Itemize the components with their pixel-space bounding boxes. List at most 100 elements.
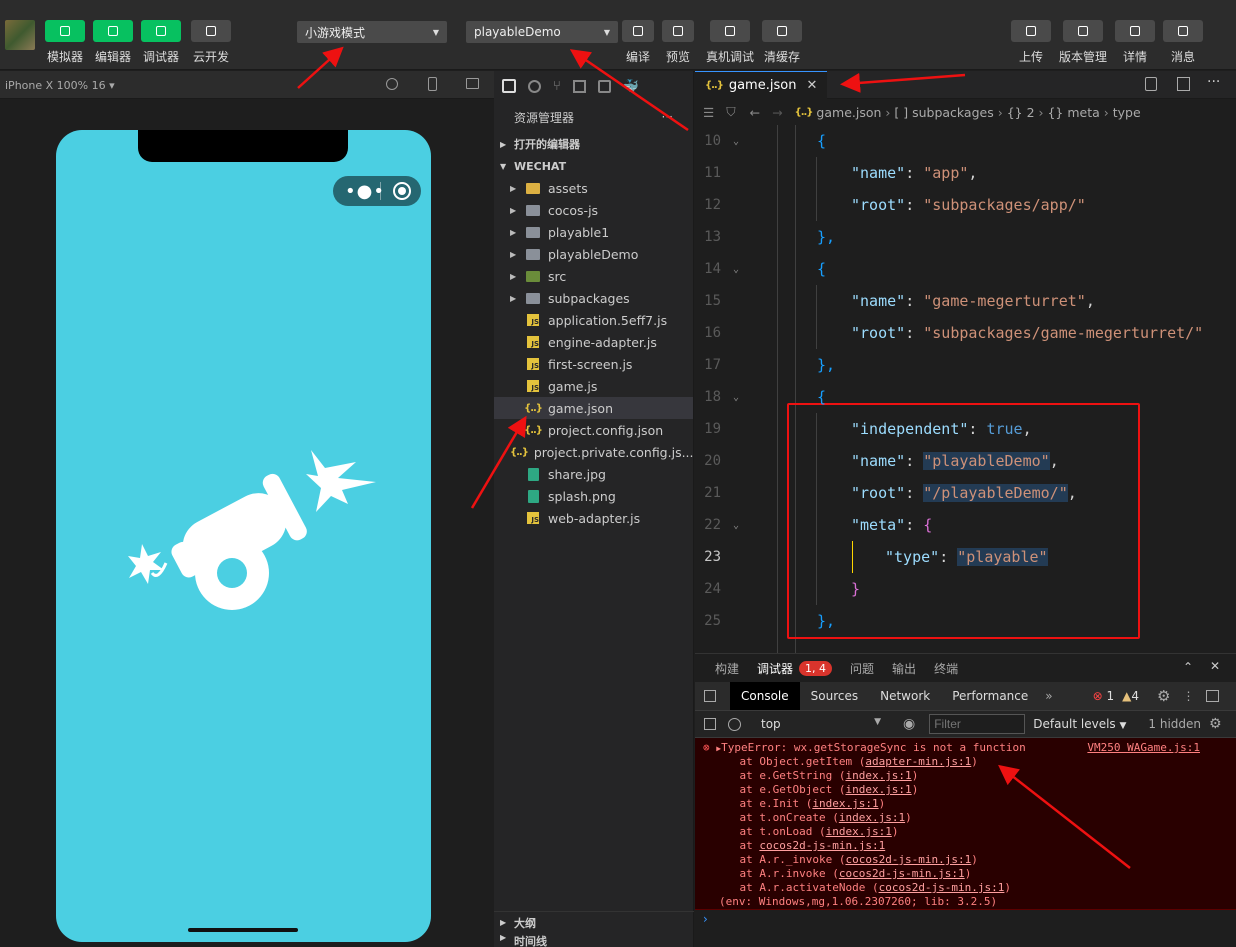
device-select[interactable]: iPhone X 100% 16 ▾ <box>5 79 115 92</box>
chevron-down-icon[interactable]: ⌄ <box>721 392 751 403</box>
tree-item[interactable]: JS application.5eff7.js <box>494 309 693 331</box>
chevron-down-icon[interactable]: ⌄ <box>721 136 751 147</box>
clear-console-icon[interactable] <box>728 717 741 731</box>
tree-item[interactable]: {..} project.private.config.js... <box>494 441 693 463</box>
tree-item[interactable]: JS engine-adapter.js <box>494 331 693 353</box>
tree-item[interactable]: JS web-adapter.js <box>494 507 693 529</box>
stack-link[interactable]: index.js:1 <box>845 769 911 782</box>
chevron-down-icon[interactable]: ⌄ <box>721 520 751 531</box>
files-icon[interactable] <box>502 79 516 93</box>
editor-tab-game-json[interactable]: {..} game.json ✕ <box>695 70 828 99</box>
stack-link[interactable]: index.js:1 <box>812 797 878 810</box>
bug-button[interactable]: 真机调试 <box>706 20 754 65</box>
more-dots-icon[interactable]: •●• <box>345 181 384 202</box>
filter-input[interactable] <box>929 714 1026 734</box>
levels-select[interactable]: Default levels ▼ <box>1033 717 1126 731</box>
more-icon[interactable]: ··· <box>662 110 673 124</box>
stack-link[interactable]: cocos2d-js-min.js:1 <box>879 881 1005 894</box>
breadcrumb-item[interactable]: {} 2 <box>1007 105 1035 120</box>
code-button[interactable]: 编辑器 <box>89 20 137 65</box>
tree-item[interactable]: JS game.js <box>494 375 693 397</box>
forward-arrow-icon[interactable]: → <box>772 105 782 120</box>
list-icon[interactable]: ☰ <box>703 105 714 120</box>
breadcrumb-item[interactable]: [ ] subpackages <box>894 105 993 120</box>
tree-item[interactable]: share.jpg <box>494 463 693 485</box>
stack-link[interactable]: index.js:1 <box>845 783 911 796</box>
close-panel-icon[interactable]: ✕ <box>1210 659 1220 673</box>
avatar[interactable] <box>5 20 35 50</box>
stack-link[interactable]: adapter-min.js:1 <box>865 755 971 768</box>
detach-window-icon[interactable] <box>466 78 479 89</box>
panel-tab[interactable]: 输出 <box>892 660 916 677</box>
devtools-tab-console[interactable]: Console <box>730 682 800 710</box>
tree-item[interactable]: {..} project.config.json <box>494 419 693 441</box>
sidebar-toggle-icon[interactable] <box>704 718 716 730</box>
mode-select[interactable]: 小游戏模式 ▼ <box>297 21 447 43</box>
console-prompt[interactable]: › <box>695 910 1236 930</box>
panel-tab[interactable]: 问题 <box>850 660 874 677</box>
compare-icon[interactable] <box>1145 77 1157 91</box>
rotate-phone-icon[interactable] <box>428 77 437 91</box>
kebab-icon[interactable]: ⋮ <box>1182 689 1194 703</box>
stack-link[interactable]: cocos2d-js-min.js:1 <box>759 839 885 852</box>
breadcrumb-item[interactable]: type <box>1113 105 1141 120</box>
tree-item[interactable]: ▶ src <box>494 265 693 287</box>
bookmark-icon[interactable]: ⛉ <box>726 104 735 120</box>
back-arrow-icon[interactable]: ← <box>750 105 760 120</box>
tree-item[interactable]: ▶ assets <box>494 177 693 199</box>
save-icon[interactable] <box>597 79 611 93</box>
extensions-icon[interactable] <box>572 79 586 93</box>
eye-icon[interactable]: ◉ <box>903 716 915 732</box>
gear-icon[interactable]: ⚙ <box>1209 716 1222 732</box>
outline-section[interactable]: ▶ 大纲 <box>494 911 694 933</box>
open-editors-section[interactable]: ▶ 打开的编辑器 <box>494 133 693 155</box>
record-icon[interactable] <box>386 78 398 90</box>
menu-button[interactable]: 详情 <box>1111 20 1159 65</box>
split-editor-icon[interactable] <box>1177 77 1190 91</box>
branch-button[interactable]: 版本管理 <box>1059 20 1107 65</box>
timeline-section[interactable]: ▶ 时间线 <box>494 933 694 947</box>
tree-item[interactable]: {..} game.json <box>494 397 693 419</box>
panel-tab[interactable]: 调试器 <box>757 660 793 677</box>
chevron-down-icon[interactable]: ⌄ <box>721 264 751 275</box>
tree-item[interactable]: JS first-screen.js <box>494 353 693 375</box>
stack-link[interactable]: index.js:1 <box>839 811 905 824</box>
tree-item[interactable]: splash.png <box>494 485 693 507</box>
breadcrumb-item[interactable]: game.json <box>816 105 881 120</box>
more-actions-icon[interactable]: ··· <box>1207 74 1220 90</box>
phone-screen[interactable]: •●• <box>56 130 431 942</box>
docker-icon[interactable]: 🐳 <box>623 79 639 94</box>
cloud-button[interactable]: 云开发 <box>187 20 235 65</box>
devtools-tab-network[interactable]: Network <box>869 682 941 710</box>
context-select[interactable]: top ▼ <box>761 717 881 731</box>
chevron-up-icon[interactable]: ⌃ <box>1183 660 1193 674</box>
gear-icon[interactable]: ⚙ <box>1157 687 1170 705</box>
stack-link[interactable]: cocos2d-js-min.js:1 <box>845 853 971 866</box>
tree-item[interactable]: ▶ playable1 <box>494 221 693 243</box>
layers-button[interactable]: 清缓存 <box>758 20 806 65</box>
bell-button[interactable]: 消息 <box>1159 20 1207 65</box>
workspace-section[interactable]: ▼ WECHAT <box>494 155 693 177</box>
source-control-icon[interactable]: ⑂ <box>553 79 561 94</box>
inspect-icon[interactable] <box>704 690 716 702</box>
panel-tab[interactable]: 终端 <box>934 660 958 677</box>
compile-select[interactable]: playableDemo ▼ <box>466 21 618 43</box>
tree-item[interactable]: ▶ cocos-js <box>494 199 693 221</box>
stack-link[interactable]: cocos2d-js-min.js:1 <box>839 867 965 880</box>
devtools-tab-performance[interactable]: Performance <box>941 682 1039 710</box>
panel-tab[interactable]: 构建 <box>715 660 739 677</box>
close-capsule-icon[interactable] <box>393 182 411 200</box>
upload-button[interactable]: 上传 <box>1007 20 1055 65</box>
breadcrumb-item[interactable]: {} meta <box>1047 105 1099 120</box>
code-area[interactable]: 10 ⌄{11 "name": "app", 12 "root": "subpackag… <box>695 125 1236 653</box>
more-tabs-icon[interactable]: » <box>1045 689 1052 703</box>
eye-button[interactable]: 预览 <box>654 20 702 65</box>
stack-link[interactable]: index.js:1 <box>826 825 892 838</box>
phone-button[interactable]: 模拟器 <box>41 20 89 65</box>
error-source-link[interactable]: VM250 WAGame.js:1 <box>1087 741 1200 754</box>
search-icon[interactable] <box>528 79 541 93</box>
tree-item[interactable]: ▶ playableDemo <box>494 243 693 265</box>
debug-button[interactable]: 调试器 <box>137 20 185 65</box>
close-icon[interactable]: ✕ <box>806 78 817 93</box>
devtools-tab-sources[interactable]: Sources <box>800 682 869 710</box>
